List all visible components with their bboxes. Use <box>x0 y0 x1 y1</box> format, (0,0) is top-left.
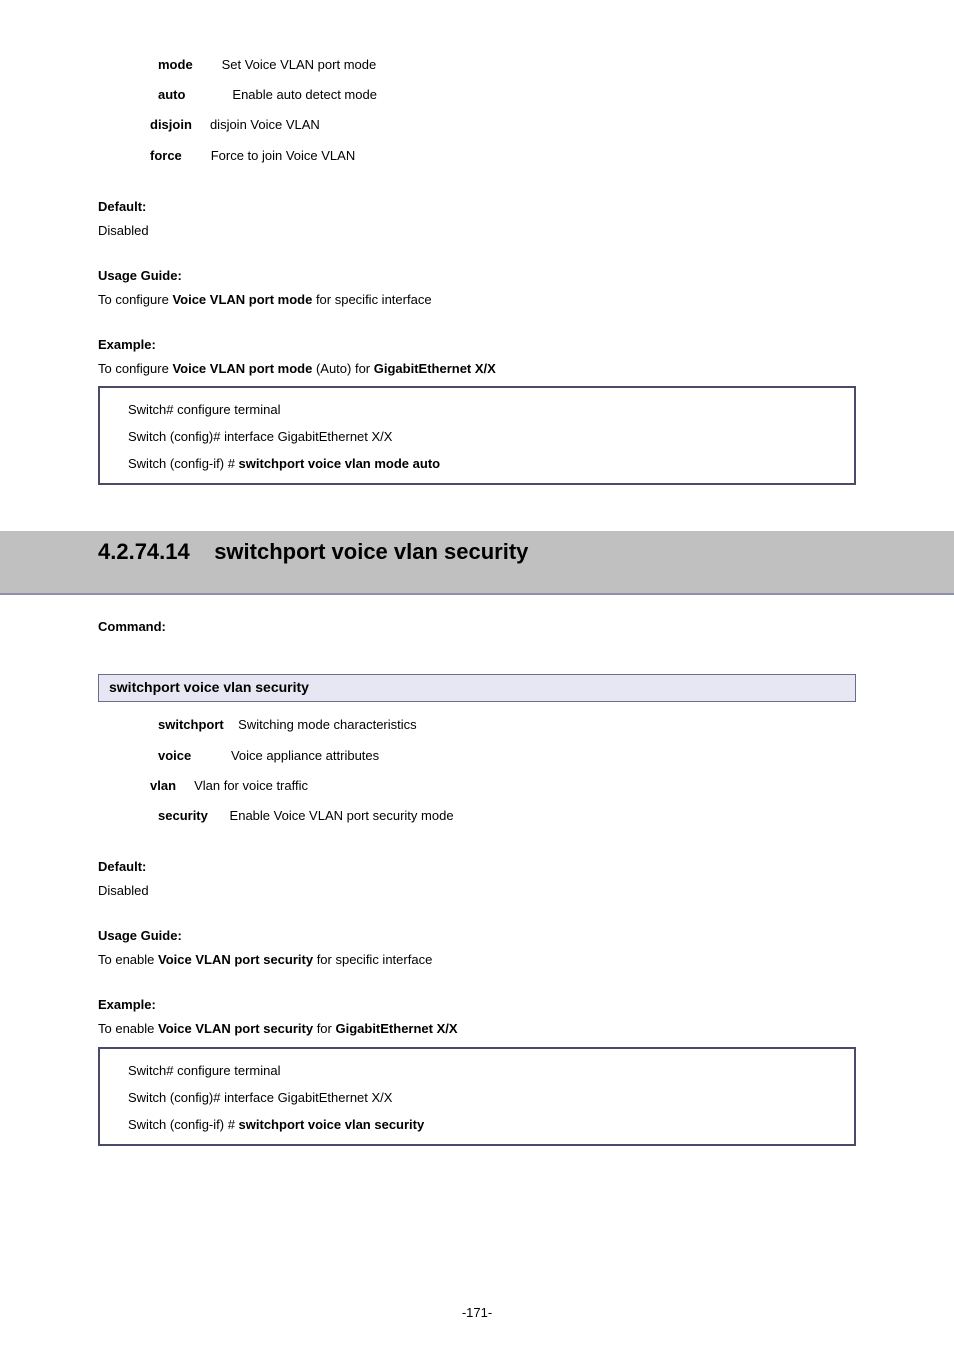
bold-text: Voice VLAN port mode <box>172 292 312 307</box>
usage-text: To configure Voice VLAN port mode for sp… <box>98 291 856 309</box>
code-line: Switch# configure terminal <box>128 402 826 417</box>
bold-text: Voice VLAN port security <box>158 952 313 967</box>
bold-text: Voice VLAN port security <box>158 1021 313 1036</box>
syntax-line: disjoin disjoin Voice VLAN <box>150 116 856 134</box>
syntax-desc: Enable auto detect mode <box>185 87 377 102</box>
command-subheader: switchport voice vlan security <box>98 674 856 702</box>
text: To enable <box>98 1021 158 1036</box>
usage-label: Usage Guide: <box>98 268 856 283</box>
page-number: -171- <box>0 1305 954 1320</box>
syntax-keyword: switchport <box>158 717 224 732</box>
code-bold: switchport voice vlan security <box>239 1117 425 1132</box>
bold-text: GigabitEthernet X/X <box>335 1021 457 1036</box>
section-title: 4.2.74.14 switchport voice vlan security <box>98 539 528 564</box>
syntax-block-2: switchport Switching mode characteristic… <box>98 716 856 825</box>
default-label: Default: <box>98 859 856 874</box>
syntax-line: security Enable Voice VLAN port security… <box>158 807 856 825</box>
usage-label: Usage Guide: <box>98 928 856 943</box>
text: for specific interface <box>313 952 432 967</box>
syntax-line: switchport Switching mode characteristic… <box>158 716 856 734</box>
syntax-desc: Force to join Voice VLAN <box>182 148 355 163</box>
syntax-keyword: vlan <box>150 778 176 793</box>
code-line: Switch# configure terminal <box>128 1063 826 1078</box>
syntax-desc: Voice appliance attributes <box>191 748 379 763</box>
default-label: Default: <box>98 199 856 214</box>
syntax-desc: disjoin Voice VLAN <box>192 117 320 132</box>
example-text: To configure Voice VLAN port mode (Auto)… <box>98 360 856 378</box>
syntax-desc: Switching mode characteristics <box>224 717 417 732</box>
code-pre: Switch (config-if) # <box>128 1117 239 1132</box>
syntax-line: voice Voice appliance attributes <box>158 747 856 765</box>
text: for specific interface <box>312 292 431 307</box>
code-line: Switch (config)# interface GigabitEthern… <box>128 429 826 444</box>
example-text: To enable Voice VLAN port security for G… <box>98 1020 856 1038</box>
syntax-line: mode Set Voice VLAN port mode <box>158 56 856 74</box>
syntax-desc: Set Voice VLAN port mode <box>193 57 377 72</box>
text: To enable <box>98 952 158 967</box>
default-value: Disabled <box>98 882 856 900</box>
syntax-line: vlan Vlan for voice traffic <box>150 777 856 795</box>
bold-text: GigabitEthernet X/X <box>374 361 496 376</box>
code-line: Switch (config)# interface GigabitEthern… <box>128 1090 826 1105</box>
text: To configure <box>98 361 172 376</box>
code-box-1: Switch# configure terminal Switch (confi… <box>98 386 856 485</box>
syntax-keyword: mode <box>158 57 193 72</box>
code-pre: Switch (config-if) # <box>128 456 239 471</box>
example-label: Example: <box>98 997 856 1012</box>
default-value: Disabled <box>98 222 856 240</box>
section-header-bar: 4.2.74.14 switchport voice vlan security <box>0 531 954 595</box>
command-name: switchport voice vlan security <box>109 679 309 695</box>
bold-text: Voice VLAN port mode <box>172 361 312 376</box>
syntax-line: auto Enable auto detect mode <box>158 86 856 104</box>
syntax-desc: Vlan for voice traffic <box>176 778 308 793</box>
text: for <box>313 1021 335 1036</box>
text: To configure <box>98 292 172 307</box>
code-box-2: Switch# configure terminal Switch (confi… <box>98 1047 856 1146</box>
example-label: Example: <box>98 337 856 352</box>
syntax-keyword: disjoin <box>150 117 192 132</box>
code-line: Switch (config-if) # switchport voice vl… <box>128 456 826 471</box>
text: (Auto) for <box>312 361 373 376</box>
syntax-keyword: voice <box>158 748 191 763</box>
syntax-desc: Enable Voice VLAN port security mode <box>208 808 454 823</box>
syntax-block-1: mode Set Voice VLAN port mode auto Enabl… <box>98 56 856 165</box>
syntax-keyword: auto <box>158 87 185 102</box>
command-label: Command: <box>98 619 856 634</box>
code-bold: switchport voice vlan mode auto <box>239 456 441 471</box>
syntax-line: force Force to join Voice VLAN <box>150 147 856 165</box>
syntax-keyword: force <box>150 148 182 163</box>
code-line: Switch (config-if) # switchport voice vl… <box>128 1117 826 1132</box>
usage-text: To enable Voice VLAN port security for s… <box>98 951 856 969</box>
syntax-keyword: security <box>158 808 208 823</box>
